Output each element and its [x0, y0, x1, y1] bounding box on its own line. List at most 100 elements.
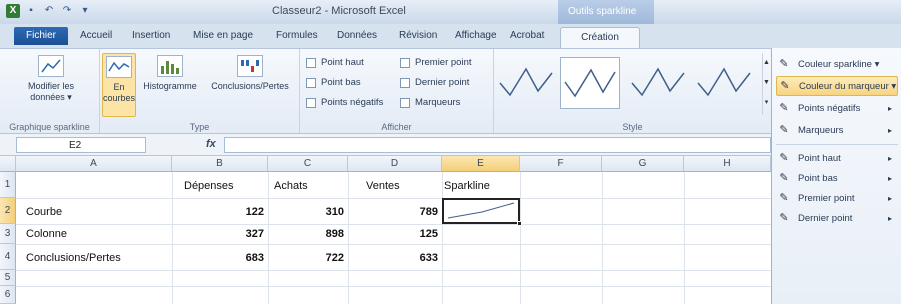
cell-a2[interactable]: Courbe	[26, 206, 62, 218]
gallery-more-icon[interactable]: ▾	[763, 93, 770, 113]
column-header-f[interactable]: F	[520, 156, 602, 172]
scroll-down-icon[interactable]: ▼	[763, 73, 770, 93]
menu-high-point[interactable]: ✎ Point haut ▸	[776, 148, 898, 168]
menu-sparkline-color[interactable]: ✎ Couleur sparkline ▾	[776, 54, 898, 74]
tab-insertion[interactable]: Insertion	[132, 30, 170, 41]
cell-c3[interactable]: 898	[268, 228, 344, 240]
row-header-3[interactable]: 3	[0, 224, 16, 244]
checkbox-box	[400, 97, 410, 108]
menu-low-point[interactable]: ✎ Point bas ▸	[776, 168, 898, 188]
cell-a4[interactable]: Conclusions/Pertes	[26, 252, 121, 264]
tab-fichier[interactable]: Fichier	[14, 27, 68, 45]
cell-e1[interactable]: Sparkline	[444, 180, 490, 192]
column-header-b[interactable]: B	[172, 156, 268, 172]
group-sparkline-label: Graphique sparkline	[9, 122, 90, 132]
gridline	[16, 270, 771, 271]
row-header-1[interactable]: 1	[0, 172, 16, 198]
formula-input[interactable]	[224, 137, 771, 153]
type-winloss-button[interactable]: Conclusions/Pertes	[204, 53, 296, 92]
cell-d3[interactable]: 125	[348, 228, 438, 240]
group-style-label: Style	[622, 122, 643, 132]
type-column-button[interactable]: Histogramme	[140, 53, 200, 92]
menu-first-point[interactable]: ✎ Premier point ▸	[776, 188, 898, 208]
submenu-arrow-icon: ▸	[887, 103, 892, 113]
checkbox-box	[306, 57, 316, 68]
style-option-2[interactable]	[560, 57, 620, 109]
menu-marker-color[interactable]: ✎ Couleur du marqueur ▾	[776, 76, 898, 96]
column-header-g[interactable]: G	[602, 156, 684, 172]
tab-creation[interactable]: Création	[560, 27, 640, 48]
window-title: Classeur2 - Microsoft Excel	[272, 5, 406, 17]
cell-c2[interactable]: 310	[268, 206, 344, 218]
formula-bar: E2 fx	[0, 134, 771, 156]
fx-icon[interactable]: fx	[206, 138, 216, 150]
cell-b3[interactable]: 327	[172, 228, 264, 240]
menu-label: Point bas	[798, 172, 838, 184]
checkbox-low-point[interactable]: Point bas	[306, 77, 361, 88]
edit-data-button[interactable]: Modifier les données ▾	[12, 53, 90, 103]
style-gallery	[494, 53, 762, 115]
tab-donnees[interactable]: Données	[337, 30, 377, 41]
name-box[interactable]: E2	[16, 137, 146, 153]
checkbox-negative-points[interactable]: Points négatifs	[306, 97, 383, 108]
type-winloss-label: Conclusions/Pertes	[211, 81, 289, 91]
menu-markers[interactable]: ✎ Marqueurs ▸	[776, 120, 898, 140]
cell-d4[interactable]: 633	[348, 252, 438, 264]
gridline	[684, 172, 685, 304]
selected-cell-e2[interactable]	[442, 198, 522, 226]
undo-icon[interactable]: ↶	[42, 4, 56, 18]
menu-negative-points[interactable]: ✎ Points négatifs ▸	[776, 98, 898, 118]
checkbox-markers[interactable]: Marqueurs	[400, 97, 460, 108]
column-header-d[interactable]: D	[348, 156, 442, 172]
cell-b4[interactable]: 683	[172, 252, 264, 264]
excel-logo-icon[interactable]: X	[6, 4, 20, 18]
tab-mise-en-page[interactable]: Mise en page	[193, 30, 253, 41]
pen-icon: ✎	[779, 58, 789, 70]
context-tab-group-title: Outils sparkline	[558, 0, 654, 24]
checkbox-label: Point haut	[321, 57, 364, 68]
cell-c1[interactable]: Achats	[274, 180, 308, 192]
edit-sparkline-icon	[38, 55, 64, 77]
column-header-e[interactable]: E	[442, 156, 520, 172]
edit-data-label: Modifier les données ▾	[27, 81, 74, 102]
group-show-label: Afficher	[381, 122, 412, 132]
column-header-c[interactable]: C	[268, 156, 348, 172]
scroll-up-icon[interactable]: ▲	[763, 53, 770, 73]
style-option-1[interactable]	[496, 57, 556, 109]
cell-d2[interactable]: 789	[348, 206, 438, 218]
type-line-label: En courbes	[103, 82, 136, 103]
checkbox-label: Dernier point	[415, 77, 470, 88]
redo-icon[interactable]: ↷	[60, 4, 74, 18]
row-header-6[interactable]: 6	[0, 286, 16, 304]
quick-access-toolbar: X ▪ ↶ ↷ ▾	[6, 4, 92, 18]
type-line-button[interactable]: En courbes	[102, 53, 136, 117]
cell-b2[interactable]: 122	[172, 206, 264, 218]
tab-accueil[interactable]: Accueil	[80, 30, 112, 41]
row-header-5[interactable]: 5	[0, 270, 16, 286]
style-option-3[interactable]	[628, 57, 688, 109]
column-header-h[interactable]: H	[684, 156, 771, 172]
fill-handle[interactable]	[517, 221, 522, 226]
type-column-label: Histogramme	[143, 81, 197, 91]
cell-c4[interactable]: 722	[268, 252, 344, 264]
checkbox-first-point[interactable]: Premier point	[400, 57, 472, 68]
row-header-4[interactable]: 4	[0, 244, 16, 270]
tab-affichage[interactable]: Affichage	[455, 30, 497, 41]
style-option-4[interactable]	[694, 57, 754, 109]
submenu-arrow-icon: ▸	[887, 153, 892, 163]
select-all-corner[interactable]	[0, 156, 16, 172]
tab-acrobat[interactable]: Acrobat	[510, 30, 544, 41]
menu-last-point[interactable]: ✎ Dernier point ▸	[776, 208, 898, 228]
cell-b1[interactable]: Dépenses	[184, 180, 234, 192]
submenu-arrow-icon: ▸	[887, 173, 892, 183]
cell-a3[interactable]: Colonne	[26, 228, 67, 240]
checkbox-high-point[interactable]: Point haut	[306, 57, 364, 68]
cell-d1[interactable]: Ventes	[366, 180, 400, 192]
row-header-2[interactable]: 2	[0, 198, 16, 224]
tab-formules[interactable]: Formules	[276, 30, 318, 41]
qat-dropdown-icon[interactable]: ▾	[78, 4, 92, 18]
save-icon[interactable]: ▪	[24, 4, 38, 18]
tab-revision[interactable]: Révision	[399, 30, 437, 41]
column-header-a[interactable]: A	[16, 156, 172, 172]
checkbox-last-point[interactable]: Dernier point	[400, 77, 469, 88]
